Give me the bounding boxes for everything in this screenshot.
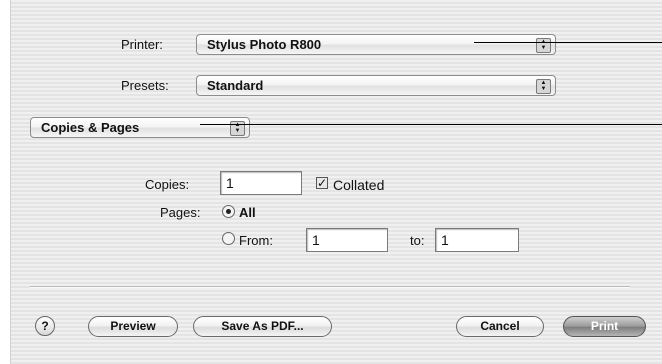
pages-all-label: All [239,205,256,220]
checkmark-icon: ✓ [317,176,328,190]
cancel-button[interactable]: Cancel [456,316,544,337]
printer-label: Printer: [121,37,163,52]
printer-value: Stylus Photo R800 [207,37,322,52]
panel-popup[interactable]: Copies & Pages ▲ ▼ [30,117,250,138]
save-as-pdf-button[interactable]: Save As PDF... [193,316,332,337]
up-down-arrows-icon: ▲▼ [536,38,551,53]
callout-line-panel [200,124,662,125]
copies-field[interactable]: 1 [220,171,302,195]
pages-from-radio[interactable] [222,232,235,245]
pages-label: Pages: [160,205,201,220]
presets-popup[interactable]: Standard ▲ ▼ [196,75,556,96]
collated-label: Collated [333,177,385,193]
pages-from-field[interactable]: 1 [306,228,388,252]
collated-checkbox[interactable]: ✓ [316,177,328,189]
help-button[interactable]: ? [35,316,55,336]
print-button[interactable]: Print [563,316,646,337]
presets-value: Standard [207,78,264,93]
pages-to-field[interactable]: 1 [435,228,519,252]
pages-all-radio[interactable] [222,205,235,218]
callout-line-printer [474,42,662,43]
separator [30,286,630,288]
help-icon: ? [41,319,49,333]
up-down-arrows-icon: ▲▼ [536,79,551,94]
window-edge [0,0,11,364]
preview-button[interactable]: Preview [88,316,178,337]
copies-label: Copies: [145,177,190,192]
pages-from-label: From: [239,233,273,248]
printer-popup[interactable]: Stylus Photo R800 ▲▼ [196,34,556,55]
pages-to-label: to: [410,233,425,248]
print-dialog: Printer: Stylus Photo R800 ▲▼ Presets: S… [0,0,662,364]
panel-value: Copies & Pages [41,120,140,135]
presets-label: Presets: [121,78,169,93]
